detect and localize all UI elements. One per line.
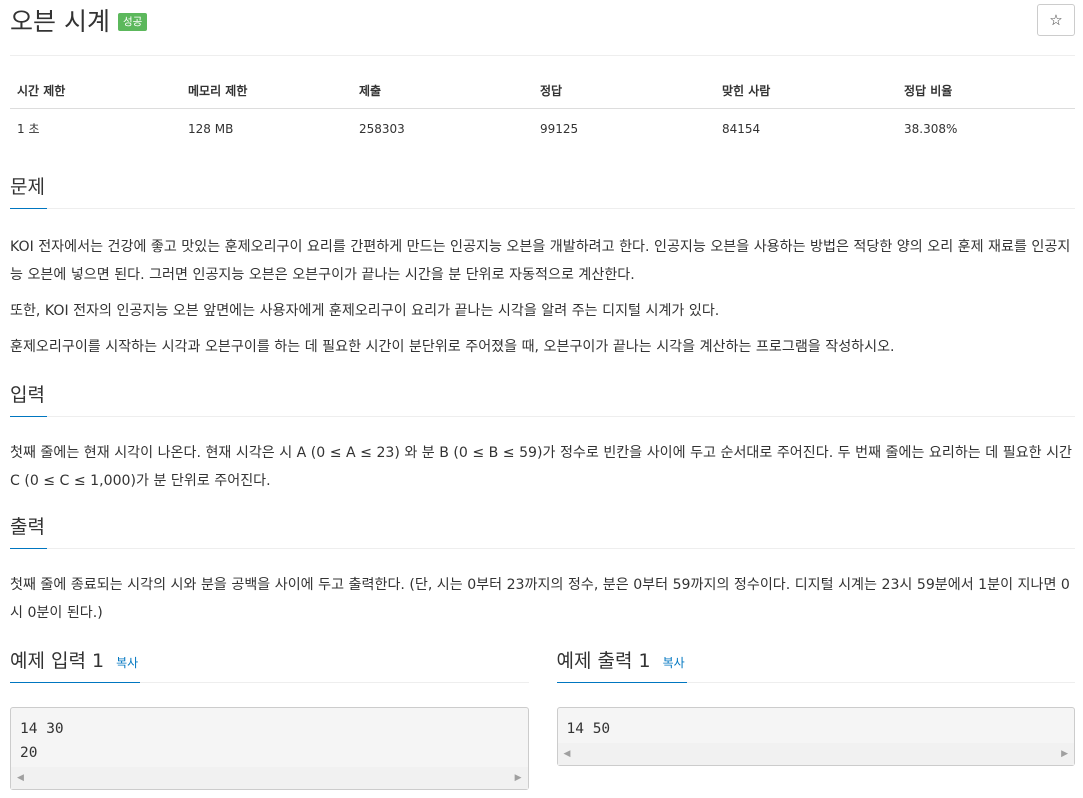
problem-section-title: 문제 [10,173,47,209]
input-description: 첫째 줄에는 현재 시각이 나온다. 현재 시각은 시 A (0 ≤ A ≤ 2… [10,439,1075,495]
star-icon: ☆ [1049,11,1063,29]
problem-paragraph-1: KOI 전자에서는 건강에 좋고 맛있는 훈제오리구이 요리를 간편하게 만드는… [10,239,1071,283]
sample-output-header: 예제 출력 1 복사 [556,647,1075,683]
output-paragraph: 첫째 줄에 종료되는 시각의 시와 분을 공백을 사이에 두고 출력한다. (단… [10,577,1070,621]
sample-input-text: 14 30 20 [20,721,64,761]
stats-header-solvers: 맞힌 사람 [715,76,897,109]
stats-ratio: 38.308% [904,121,958,136]
copy-sample-input-link[interactable]: 복사 [116,656,138,670]
stats-header-time-limit: 시간 제한 [10,76,181,109]
sample-input-title: 예제 입력 1 복사 [10,647,141,683]
stats-memory-limit: 128 MB [188,121,234,136]
sample-output-box: 14 50 ◀ ▶ [556,707,1075,766]
scroll-left-icon[interactable]: ◀ [564,749,571,759]
sample-input-header: 예제 입력 1 복사 [10,647,529,683]
sample-output-text: 14 50 [566,721,611,737]
page-title: 오븐 시계 성공 [10,2,148,38]
copy-sample-output-link[interactable]: 복사 [663,656,685,670]
favorite-star-button[interactable]: ☆ [1037,4,1075,36]
scroll-left-icon[interactable]: ◀ [17,773,24,783]
problem-paragraph-2: 또한, KOI 전자의 인공지능 오븐 앞면에는 사용자에게 훈제오리구이 요리… [10,303,720,319]
problem-stats-table: 시간 제한 메모리 제한 제출 정답 맞힌 사람 정답 비율 1 초 128 M… [10,76,1075,145]
sample-input-panel: 예제 입력 1 복사 14 30 20 ◀ ▶ [10,647,529,790]
stats-header-accepted: 정답 [533,76,715,109]
sample-input-title-text: 예제 입력 1 [10,650,105,672]
problem-header: 오븐 시계 성공 ☆ [10,0,1075,56]
stats-header-row: 시간 제한 메모리 제한 제출 정답 맞힌 사람 정답 비율 [10,76,1075,109]
problem-paragraph-3: 훈제오리구이를 시작하는 시각과 오븐구이를 하는 데 필요한 시간이 분단위로… [10,339,895,355]
problem-page: 오븐 시계 성공 ☆ 시간 제한 메모리 제한 제출 정답 맞힌 사람 정답 비… [0,0,1083,798]
problem-title: 오븐 시계 [10,7,110,36]
stats-header-ratio: 정답 비율 [897,76,1075,109]
problem-description: KOI 전자에서는 건강에 좋고 맛있는 훈제오리구이 요리를 간편하게 만드는… [10,233,1075,361]
sample-input-box: 14 30 20 ◀ ▶ [10,707,529,790]
output-section-title: 출력 [10,513,47,549]
status-badge: 성공 [117,12,148,32]
input-section-title: 입력 [10,381,47,417]
sample-output-panel: 예제 출력 1 복사 14 50 ◀ ▶ [556,647,1075,790]
input-paragraph: 첫째 줄에는 현재 시각이 나온다. 현재 시각은 시 A (0 ≤ A ≤ 2… [10,445,1073,489]
sample-output-scrollbar[interactable]: ◀ ▶ [557,743,1074,765]
stats-header-submissions: 제출 [352,76,533,109]
stats-value-row: 1 초 128 MB 258303 99125 84154 38.308% [10,109,1075,146]
stats-solvers: 84154 [722,121,761,136]
stats-submissions: 258303 [359,121,405,136]
sample-output-title-text: 예제 출력 1 [556,650,651,672]
stats-header-memory-limit: 메모리 제한 [181,76,352,109]
stats-time-limit: 1 초 [17,122,40,136]
stats-accepted: 99125 [540,121,579,136]
scroll-right-icon[interactable]: ▶ [1061,749,1068,759]
output-section-header: 출력 [10,513,1075,549]
scroll-right-icon[interactable]: ▶ [515,773,522,783]
problem-section-header: 문제 [10,173,1075,209]
examples-row: 예제 입력 1 복사 14 30 20 ◀ ▶ 예제 출력 1 복사 14 50… [10,647,1075,790]
input-section-header: 입력 [10,381,1075,417]
sample-output-title: 예제 출력 1 복사 [556,647,687,683]
sample-input-scrollbar[interactable]: ◀ ▶ [11,767,528,789]
output-description: 첫째 줄에 종료되는 시각의 시와 분을 공백을 사이에 두고 출력한다. (단… [10,571,1075,627]
